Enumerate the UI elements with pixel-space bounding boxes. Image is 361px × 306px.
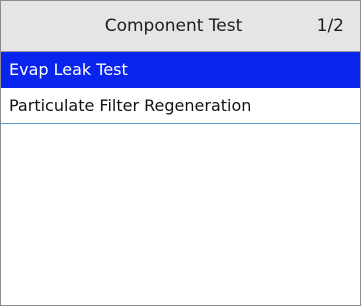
title-bar: Component Test 1/2 bbox=[1, 1, 360, 52]
menu-item-label: Evap Leak Test bbox=[9, 60, 128, 79]
page-indicator: 1/2 bbox=[316, 16, 344, 36]
screen-title: Component Test bbox=[104, 16, 243, 36]
menu-item-evap-leak-test[interactable]: Evap Leak Test bbox=[1, 52, 360, 88]
menu-item-label: Particulate Filter Regeneration bbox=[9, 96, 252, 115]
scan-tool-screen: Component Test 1/2 Evap Leak Test Partic… bbox=[0, 0, 361, 306]
component-test-menu: Evap Leak Test Particulate Filter Regene… bbox=[1, 52, 360, 124]
menu-item-particulate-filter-regeneration[interactable]: Particulate Filter Regeneration bbox=[1, 88, 360, 124]
